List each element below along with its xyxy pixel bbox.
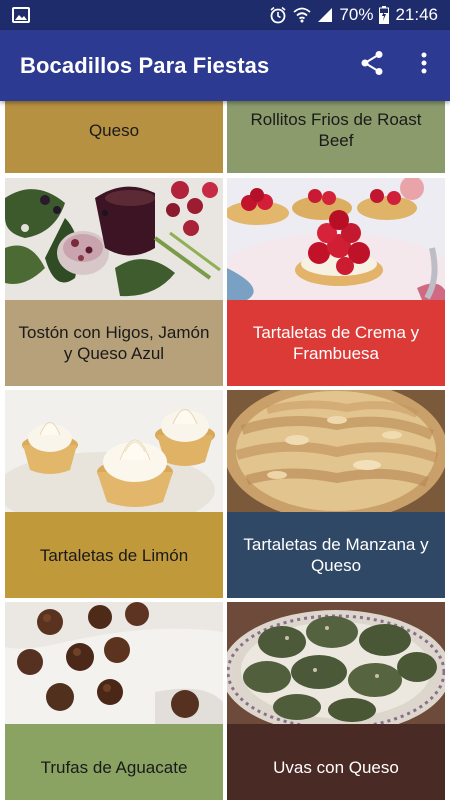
recipe-label: Tartaletas de Limón	[5, 512, 223, 598]
recipe-label: Tartaletas de Crema y Frambuesa	[227, 300, 445, 386]
recipe-card-tartaletas-manzana[interactable]: Tartaletas de Manzana y Queso	[227, 390, 445, 598]
recipe-card-uvas[interactable]: Uvas con Queso	[227, 602, 445, 800]
recipe-grid: Queso Rollitos Frios de Roast Beef Tostó…	[0, 101, 450, 800]
status-bar: 70% 21:46	[0, 0, 450, 30]
recipe-card-queso[interactable]: Queso	[5, 101, 223, 173]
recipe-card-trufas[interactable]: Trufas de Aguacate	[5, 602, 223, 800]
battery-percent: 70%	[339, 5, 374, 24]
clock-time: 21:46	[395, 5, 438, 24]
image-icon	[12, 7, 30, 23]
app-title: Bocadillos Para Fiestas	[20, 52, 270, 78]
recipe-card-toston[interactable]: Tostón con Higos, Jamón y Queso Azul	[5, 178, 223, 386]
more-options-button[interactable]	[398, 38, 450, 94]
recipe-image	[227, 178, 445, 300]
recipe-label: Tostón con Higos, Jamón y Queso Azul	[5, 300, 223, 386]
recipe-image	[5, 390, 223, 512]
share-icon	[360, 50, 384, 81]
recipe-card-tartaletas-limon[interactable]: Tartaletas de Limón	[5, 390, 223, 598]
recipe-image	[5, 178, 223, 300]
share-button[interactable]	[346, 38, 398, 94]
recipe-image	[227, 390, 445, 512]
alarm-icon	[269, 6, 287, 24]
recipe-label: Queso	[5, 101, 223, 173]
signal-icon	[317, 7, 333, 23]
recipe-label: Trufas de Aguacate	[5, 724, 223, 800]
recipe-image	[227, 602, 445, 724]
recipe-label: Tartaletas de Manzana y Queso	[227, 512, 445, 598]
recipe-label: Uvas con Queso	[227, 724, 445, 800]
recipe-card-rollitos[interactable]: Rollitos Frios de Roast Beef	[227, 101, 445, 173]
recipe-card-tartaletas-crema[interactable]: Tartaletas de Crema y Frambuesa	[227, 178, 445, 386]
recipe-image	[5, 602, 223, 724]
wifi-icon	[293, 7, 312, 23]
recipe-label: Rollitos Frios de Roast Beef	[227, 101, 445, 173]
app-bar: Bocadillos Para Fiestas	[0, 30, 450, 101]
battery-icon	[379, 6, 390, 24]
more-vert-icon	[421, 52, 427, 79]
